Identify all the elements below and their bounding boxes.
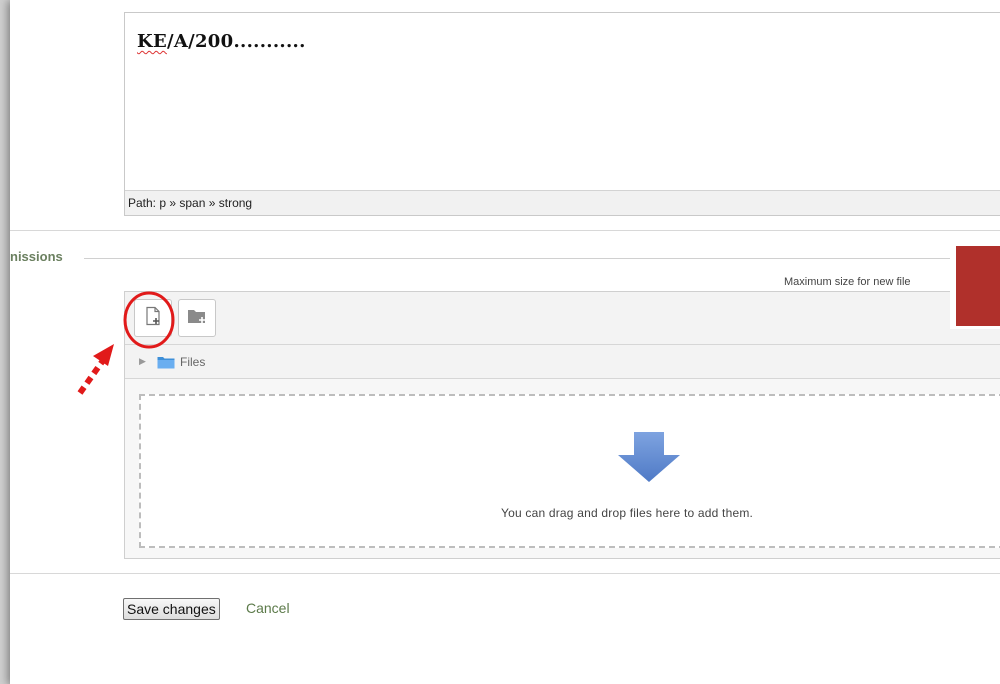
drop-arrow-icon xyxy=(616,431,682,488)
section-legend: nissions xyxy=(10,249,63,264)
folder-icon xyxy=(157,356,175,372)
path-files-link[interactable]: Files xyxy=(180,355,205,369)
editor-text-rest: /A/200........... xyxy=(166,31,306,52)
red-fill xyxy=(956,246,1000,326)
divider xyxy=(10,573,1000,574)
red-block xyxy=(950,243,1000,329)
file-manager: ▶ Files You can drag and drop files here… xyxy=(124,291,1000,559)
folder-add-icon xyxy=(187,308,207,329)
file-path-bar: ▶ Files xyxy=(125,345,1000,379)
editor-path-bar: Path: p » span » strong xyxy=(125,190,1000,215)
cancel-link[interactable]: Cancel xyxy=(246,600,290,616)
drop-zone[interactable]: You can drag and drop files here to add … xyxy=(139,394,1000,548)
add-file-button[interactable] xyxy=(134,299,172,337)
misspelled-word: KE xyxy=(137,31,167,52)
create-folder-button[interactable] xyxy=(178,299,216,337)
text-editor[interactable]: KE/A/200........... Path: p » span » str… xyxy=(124,12,1000,216)
editor-content[interactable]: KE/A/200........... xyxy=(137,31,306,52)
drop-instructions: You can drag and drop files here to add … xyxy=(501,506,754,520)
file-add-icon xyxy=(144,306,162,331)
legend-rule xyxy=(84,258,1000,259)
max-size-label: Maximum size for new file xyxy=(784,276,911,288)
file-manager-toolbar xyxy=(125,292,1000,345)
save-button[interactable]: Save changes xyxy=(123,598,220,620)
expand-arrow-icon[interactable]: ▶ xyxy=(139,356,146,367)
divider xyxy=(10,230,1000,231)
